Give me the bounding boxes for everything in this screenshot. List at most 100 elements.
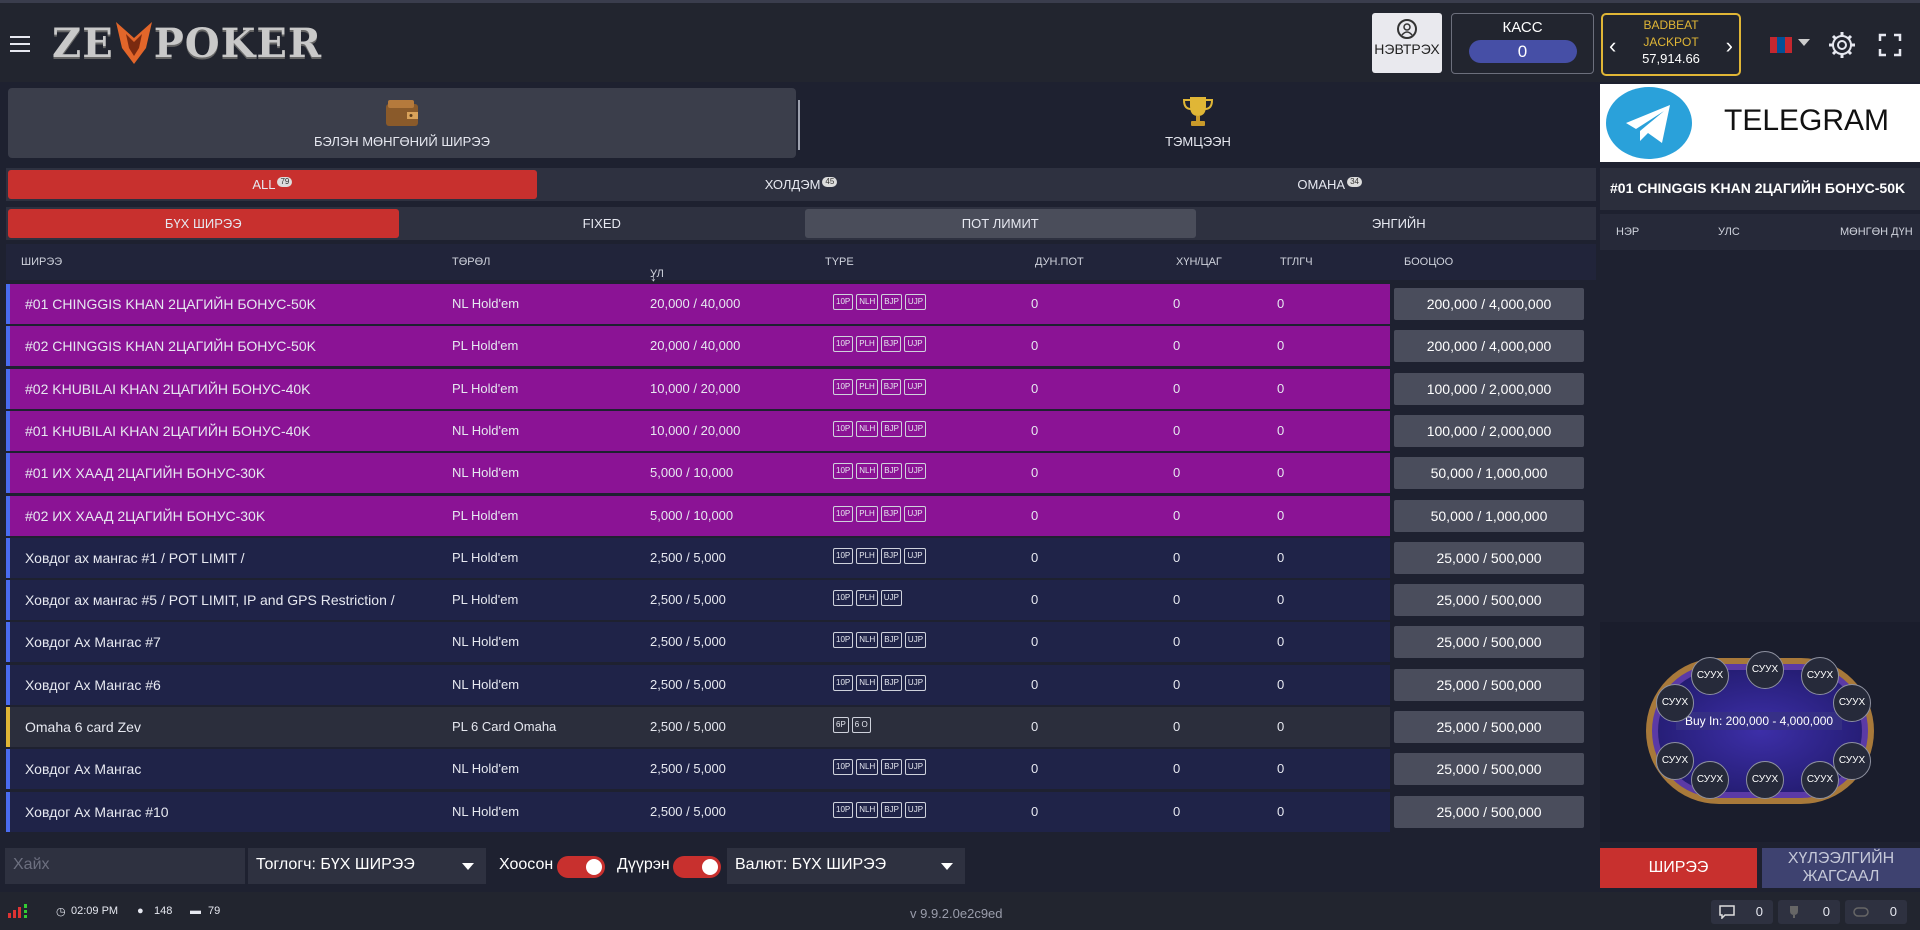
sort-arrow-icon: ↓	[650, 268, 657, 284]
chevron-down-icon[interactable]	[1798, 39, 1810, 46]
chevron-down-icon	[462, 863, 474, 870]
open-table-button[interactable]: ШИРЭЭ	[1600, 848, 1757, 888]
buyin-button[interactable]: 200,000 / 4,000,000	[1394, 330, 1584, 363]
tab-all-tables[interactable]: БҮХ ШИРЭЭ	[8, 209, 399, 238]
full-toggle[interactable]	[673, 856, 721, 878]
seat-button[interactable]: СУУХ	[1801, 761, 1839, 799]
table-row[interactable]: #01 ИХ ХААД 2ЦАГИЙН БОНУС-30K NL Hold'em 5…	[6, 453, 1596, 494]
count-badge: 34	[1347, 177, 1362, 187]
table-row[interactable]: #02 ИХ ХААД 2ЦАГИЙН БОНУС-30K PL Hold'em 5…	[6, 495, 1596, 536]
buyin-button[interactable]: 200,000 / 4,000,000	[1394, 288, 1584, 320]
seat-button[interactable]: СУУХ	[1833, 742, 1871, 780]
table-row[interactable]: Ховдог Ах Мангас #6 NL Hold'em 2,500 / 5,0…	[6, 664, 1596, 705]
login-button[interactable]: НЭВТРЭХ	[1372, 13, 1442, 73]
table-row[interactable]: Ховдог Ах Мангас #10 NL Hold'em 2,500 / 5,…	[6, 791, 1596, 832]
buyin-button[interactable]: 25,000 / 500,000	[1394, 753, 1584, 786]
gear-icon[interactable]	[1828, 31, 1856, 59]
buyin-button[interactable]: 25,000 / 500,000	[1394, 584, 1584, 617]
seat-button[interactable]: СУУХ	[1801, 657, 1839, 695]
col-type[interactable]: ТӨРӨЛ	[452, 256, 490, 268]
tab-fixed[interactable]: FIXED	[407, 209, 798, 238]
logo[interactable]: ZE POKER	[52, 15, 322, 71]
buyin-button[interactable]: 25,000 / 500,000	[1394, 711, 1584, 743]
waitlist-button[interactable]: ХҮЛЭЭЛГИЙН ЖАГСААЛ	[1762, 848, 1920, 888]
table-row[interactable]: Ховдог ах мангас #1 / POT LIMIT / PL Hold…	[6, 537, 1596, 578]
table-name: Omaha 6 card Zev	[25, 719, 141, 735]
search-input[interactable]: Хайх	[5, 848, 245, 884]
chevron-left-icon[interactable]: ‹	[1609, 33, 1616, 59]
type-badge: UJP	[904, 378, 926, 395]
table-row[interactable]: Ховдог Ах Мангас #7 NL Hold'em 2,500 / 5,0…	[6, 622, 1596, 663]
col-hands-per-hour[interactable]: ХҮН/ЦАГ	[1176, 256, 1222, 268]
col-game-type[interactable]: TYPE	[825, 256, 854, 268]
col-buyin[interactable]: БООЦОО	[1404, 256, 1453, 268]
buyin-button[interactable]: 100,000 / 2,000,000	[1394, 372, 1584, 405]
language-flag-icon[interactable]	[1770, 37, 1792, 53]
seat-button[interactable]: СУУХ	[1833, 684, 1871, 722]
buyin-button[interactable]: 100,000 / 2,000,000	[1394, 414, 1584, 447]
buyin-button[interactable]: 25,000 / 500,000	[1394, 668, 1584, 701]
table-type: NL Hold'em	[452, 296, 520, 311]
buyin-button[interactable]: 50,000 / 1,000,000	[1394, 457, 1584, 490]
avg-pot: 0	[1031, 465, 1039, 481]
seat-button[interactable]: СУУХ	[1746, 761, 1784, 799]
jackpot-box[interactable]: ‹ BADBEAT JACKPOT 57,914.66 ›	[1601, 13, 1741, 76]
telegram-banner[interactable]: TELEGRAM	[1600, 84, 1920, 162]
seat-button[interactable]: СУУХ	[1691, 761, 1729, 799]
type-badges: 10P NLH BJP UJP	[833, 463, 927, 480]
table-row[interactable]: #01 CHINGGIS KHAN 2ЦАГИЙН БОНУС-50K NL Ho…	[6, 284, 1596, 324]
chevron-right-icon[interactable]: ›	[1726, 33, 1733, 59]
tab-omaha[interactable]: ОМАНА 34	[1065, 170, 1594, 199]
fullscreen-icon[interactable]	[1878, 33, 1902, 57]
seat-button[interactable]: СУУХ	[1656, 684, 1694, 722]
currency-select[interactable]: Валют: БҮХ ШИРЭЭ	[727, 848, 965, 884]
empty-toggle[interactable]	[557, 856, 605, 878]
tab-holdem[interactable]: ХОЛДЭМ 45	[537, 170, 1066, 199]
buyin-button[interactable]: 50,000 / 1,000,000	[1394, 499, 1584, 532]
buyin-button[interactable]: 25,000 / 500,000	[1394, 541, 1584, 574]
clock-time: 02:09 PM	[71, 905, 119, 917]
chat-counter[interactable]: 0	[1711, 900, 1773, 924]
selected-table-title: #01 CHINGGIS KHAN 2ЦАГИЙН БОНУС-50K	[1600, 168, 1920, 210]
table-blinds: 2,500 / 5,000	[650, 719, 726, 734]
type-badge: BJP	[881, 463, 902, 480]
type-badge: PLH	[856, 505, 878, 522]
col-avg-pot[interactable]: ДУН.ПОТ	[1035, 256, 1084, 268]
table-row[interactable]: #02 KHUBILAI KHAN 2ЦАГИЙН БОНУС-40K PL Ho…	[6, 368, 1596, 409]
table-type: NL Hold'em	[452, 422, 520, 438]
avg-pot: 0	[1031, 422, 1039, 438]
type-badges: 10P NLH BJP UJP	[833, 632, 927, 649]
type-badge: NLH	[856, 420, 879, 437]
tab-tournaments[interactable]: ТЭМЦЭЭН	[803, 88, 1593, 158]
chat-icon	[1719, 905, 1735, 919]
col-players[interactable]: ТГЛГЧ	[1280, 256, 1313, 268]
table-row[interactable]: #01 KHUBILAI KHAN 2ЦАГИЙН БОНУС-40K NL Ho…	[6, 410, 1596, 451]
player-count: 0	[1277, 761, 1285, 777]
tab-pot-limit[interactable]: ПОТ ЛИМИТ	[805, 209, 1196, 238]
type-badge: 10P	[833, 801, 854, 818]
type-badges: 10P PLH BJP UJP	[833, 378, 926, 395]
table-counter[interactable]: 0	[1845, 900, 1907, 924]
tab-no-limit[interactable]: ЭНГИЙН	[1204, 209, 1595, 238]
players-select[interactable]: Тоглогч: БҮХ ШИРЭЭ	[248, 848, 486, 884]
table-row[interactable]: Omaha 6 card Zev PL 6 Card Omaha 2,500 / 5…	[6, 707, 1596, 747]
cashier-box[interactable]: КАСС 0	[1451, 13, 1594, 74]
type-badge: 10P	[833, 294, 854, 310]
type-badge: NLH	[856, 294, 879, 310]
tournament-counter[interactable]: 0	[1778, 900, 1840, 924]
buyin-button[interactable]: 25,000 / 500,000	[1394, 626, 1584, 659]
seat-button[interactable]: СУУХ	[1746, 651, 1784, 689]
table-row[interactable]: Ховдог ах мангас #5 / POT LIMIT, IP and …	[6, 580, 1596, 621]
seat-button[interactable]: СУУХ	[1691, 657, 1729, 695]
col-money: МӨНГӨН ДҮН	[1840, 226, 1913, 238]
tab-cash-games[interactable]: БЭЛЭН МӨНГӨНИЙ ШИРЭЭ	[8, 88, 796, 158]
seat-button[interactable]: СУУХ	[1656, 742, 1694, 780]
buyin-button[interactable]: 25,000 / 500,000	[1394, 795, 1584, 828]
tab-all[interactable]: ALL 79	[8, 170, 537, 199]
table-row[interactable]: #02 CHINGGIS KHAN 2ЦАГИЙН БОНУС-50K PL Ho…	[6, 326, 1596, 367]
col-name[interactable]: ШИРЭЭ	[21, 256, 62, 268]
trophy-icon	[1182, 97, 1214, 126]
menu-icon[interactable]	[10, 36, 30, 52]
table-row[interactable]: Ховдог Ах Мангас NL Hold'em 2,500 / 5,000 1…	[6, 749, 1596, 790]
count-badge: 79	[277, 177, 293, 187]
